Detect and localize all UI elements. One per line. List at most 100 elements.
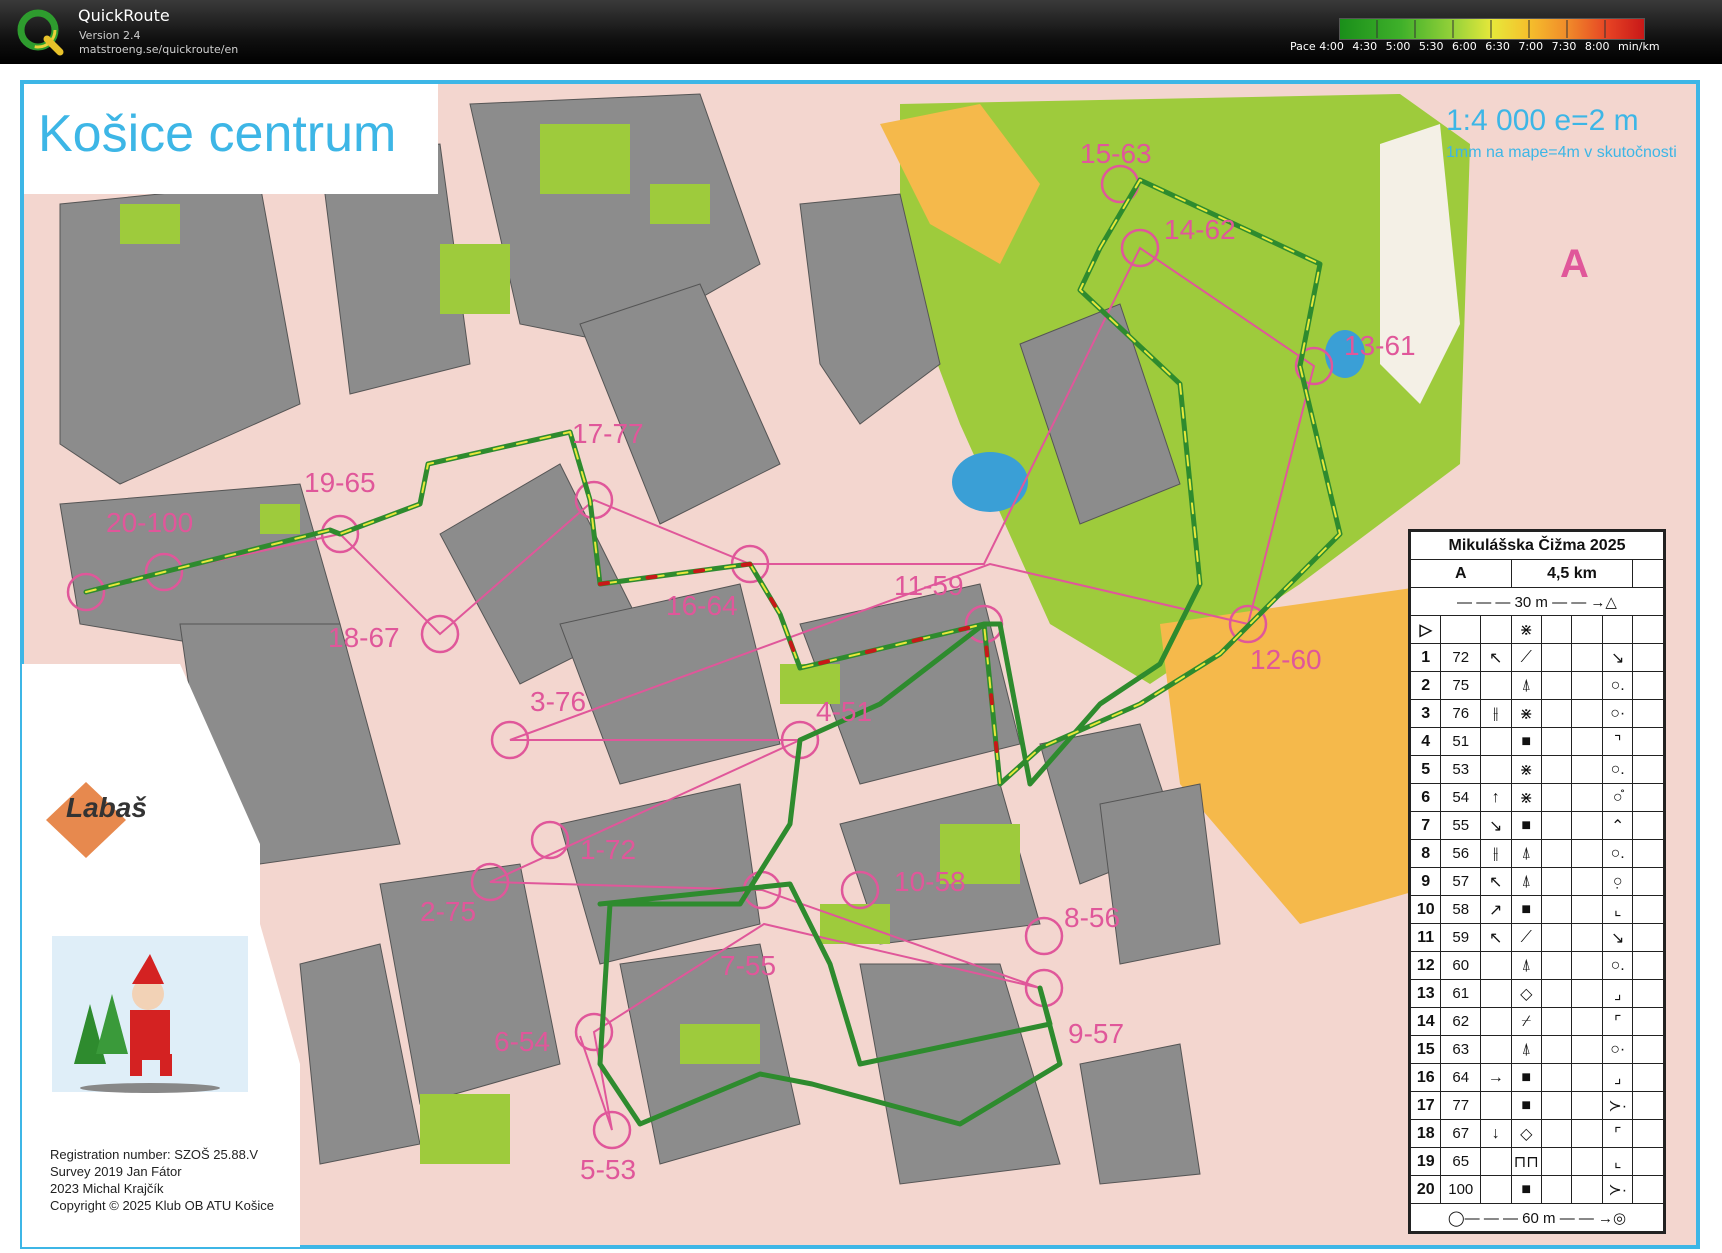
app-url[interactable]: matstroeng.se/quickroute/en	[79, 43, 238, 56]
control-row: 13 61 ◇ ⌟	[1409, 979, 1664, 1008]
control-location: ○.	[1601, 839, 1634, 868]
control-row: 19 65 ⊓⊓ ⌞	[1409, 1147, 1664, 1176]
start-marking: — — — 30 m — — →△	[1410, 587, 1664, 616]
control-other	[1632, 839, 1664, 868]
course-letter: A	[1560, 242, 1589, 286]
app-version: Version 2.4	[79, 29, 141, 42]
control-feature: ⋇	[1510, 699, 1542, 728]
control-code: 61	[1440, 979, 1482, 1008]
control-label: 19-65	[304, 467, 376, 498]
control-appearance	[1540, 923, 1573, 952]
control-row: 2 75 ⍋ ○.	[1409, 671, 1664, 700]
control-number: 18	[1409, 1119, 1442, 1148]
control-appearance	[1540, 1007, 1573, 1036]
control-feature: ⍋	[1510, 951, 1542, 980]
control-other	[1632, 1091, 1664, 1120]
control-location: ⌟	[1601, 1063, 1634, 1092]
credit-line: 2023 Michal Krajčík	[50, 1181, 164, 1196]
control-direction: ↗	[1480, 895, 1512, 924]
control-direction	[1480, 1091, 1512, 1120]
control-feature: ⟋	[1510, 923, 1542, 952]
control-location: ⌟	[1601, 979, 1634, 1008]
control-location: ○̣	[1601, 867, 1634, 896]
control-other	[1632, 951, 1664, 980]
control-dimension	[1571, 979, 1603, 1008]
control-number: 16	[1409, 1063, 1442, 1092]
control-label: 5-53	[580, 1154, 637, 1185]
control-other	[1632, 671, 1664, 700]
control-direction	[1480, 979, 1512, 1008]
app-header: QuickRoute Version 2.4 matstroeng.se/qui…	[0, 0, 1722, 64]
map-scale-note: 1mm na mape=4m v skutočnosti	[1446, 144, 1677, 161]
control-feature: ⍋	[1510, 1035, 1542, 1064]
control-location: ↘	[1601, 643, 1634, 672]
control-location: ○.	[1601, 755, 1634, 784]
control-code: 72	[1440, 643, 1482, 672]
control-direction: ⫲	[1480, 839, 1512, 868]
pace-label: 8:00	[1584, 40, 1610, 53]
control-feature: ⊓⊓	[1510, 1147, 1542, 1176]
control-other	[1632, 643, 1664, 672]
control-feature: ⌿	[1510, 1007, 1542, 1036]
control-direction	[1480, 727, 1512, 756]
control-feature: ◇	[1510, 979, 1542, 1008]
pace-scale-labels: Pace 4:00 4:30 5:00 5:30 6:00 6:30 7:00 …	[1290, 40, 1665, 53]
control-label: 7-55	[720, 950, 777, 981]
control-feature: ■	[1510, 1063, 1542, 1092]
control-row: 10 58 ↗ ■ ⌞	[1409, 895, 1664, 924]
control-number: 7	[1409, 811, 1442, 840]
control-direction	[1480, 755, 1512, 784]
control-row: 15 63 ⍋ ○·	[1409, 1035, 1664, 1064]
control-other	[1632, 1063, 1664, 1092]
control-feature: ■	[1510, 727, 1542, 756]
control-code: 60	[1440, 951, 1482, 980]
control-label: 14-62	[1164, 214, 1236, 245]
control-row: 3 76 ⫲ ⋇ ○·	[1409, 699, 1664, 728]
control-code: 67	[1440, 1119, 1482, 1148]
control-other	[1632, 895, 1664, 924]
control-code: 75	[1440, 671, 1482, 700]
control-dimension	[1571, 811, 1603, 840]
control-code: 56	[1440, 839, 1482, 868]
control-direction: ↓	[1480, 1119, 1512, 1148]
control-appearance	[1540, 1091, 1573, 1120]
control-code: 51	[1440, 727, 1482, 756]
control-dimension	[1571, 755, 1603, 784]
control-number: 10	[1409, 895, 1442, 924]
control-dimension	[1571, 1035, 1603, 1064]
control-other	[1632, 727, 1664, 756]
control-dimension	[1571, 867, 1603, 896]
control-other	[1632, 979, 1664, 1008]
control-label: 15-63	[1080, 138, 1152, 169]
control-other	[1632, 1119, 1664, 1148]
control-feature: ◇	[1510, 1119, 1542, 1148]
control-number: 13	[1409, 979, 1442, 1008]
control-row: 14 62 ⌿ ⌜	[1409, 1007, 1664, 1036]
control-direction	[1480, 671, 1512, 700]
control-appearance	[1540, 1063, 1573, 1092]
control-number: 14	[1409, 1007, 1442, 1036]
control-feature: ■	[1510, 1091, 1542, 1120]
control-appearance	[1540, 1035, 1573, 1064]
control-appearance	[1540, 811, 1573, 840]
control-row: 18 67 ↓ ◇ ⌜	[1409, 1119, 1664, 1148]
pace-label: 4:30	[1352, 40, 1378, 53]
control-direction: ↖	[1480, 867, 1512, 896]
control-dimension	[1571, 923, 1603, 952]
control-row: 11 59 ↖ ⟋ ↘	[1409, 923, 1664, 952]
control-direction: →	[1480, 1063, 1512, 1092]
control-code: 62	[1440, 1007, 1482, 1036]
orienteering-map[interactable]: Košice centrum 1:4 000 e=2 m 1mm na mape…	[0, 64, 1722, 1253]
control-code: 53	[1440, 755, 1482, 784]
control-dimension	[1571, 643, 1603, 672]
control-label: 8-56	[1064, 902, 1121, 933]
start-triangle-icon: ▷	[1409, 615, 1442, 644]
control-location: ≻·	[1601, 1091, 1634, 1120]
control-number: 6	[1409, 783, 1442, 812]
control-row: 7 55 ↘ ■ ⌃	[1409, 811, 1664, 840]
control-label: 9-57	[1068, 1018, 1125, 1049]
control-appearance	[1540, 1175, 1573, 1204]
control-dimension	[1571, 1175, 1603, 1204]
control-location: ⌜	[1601, 1007, 1634, 1036]
control-dimension	[1571, 671, 1603, 700]
